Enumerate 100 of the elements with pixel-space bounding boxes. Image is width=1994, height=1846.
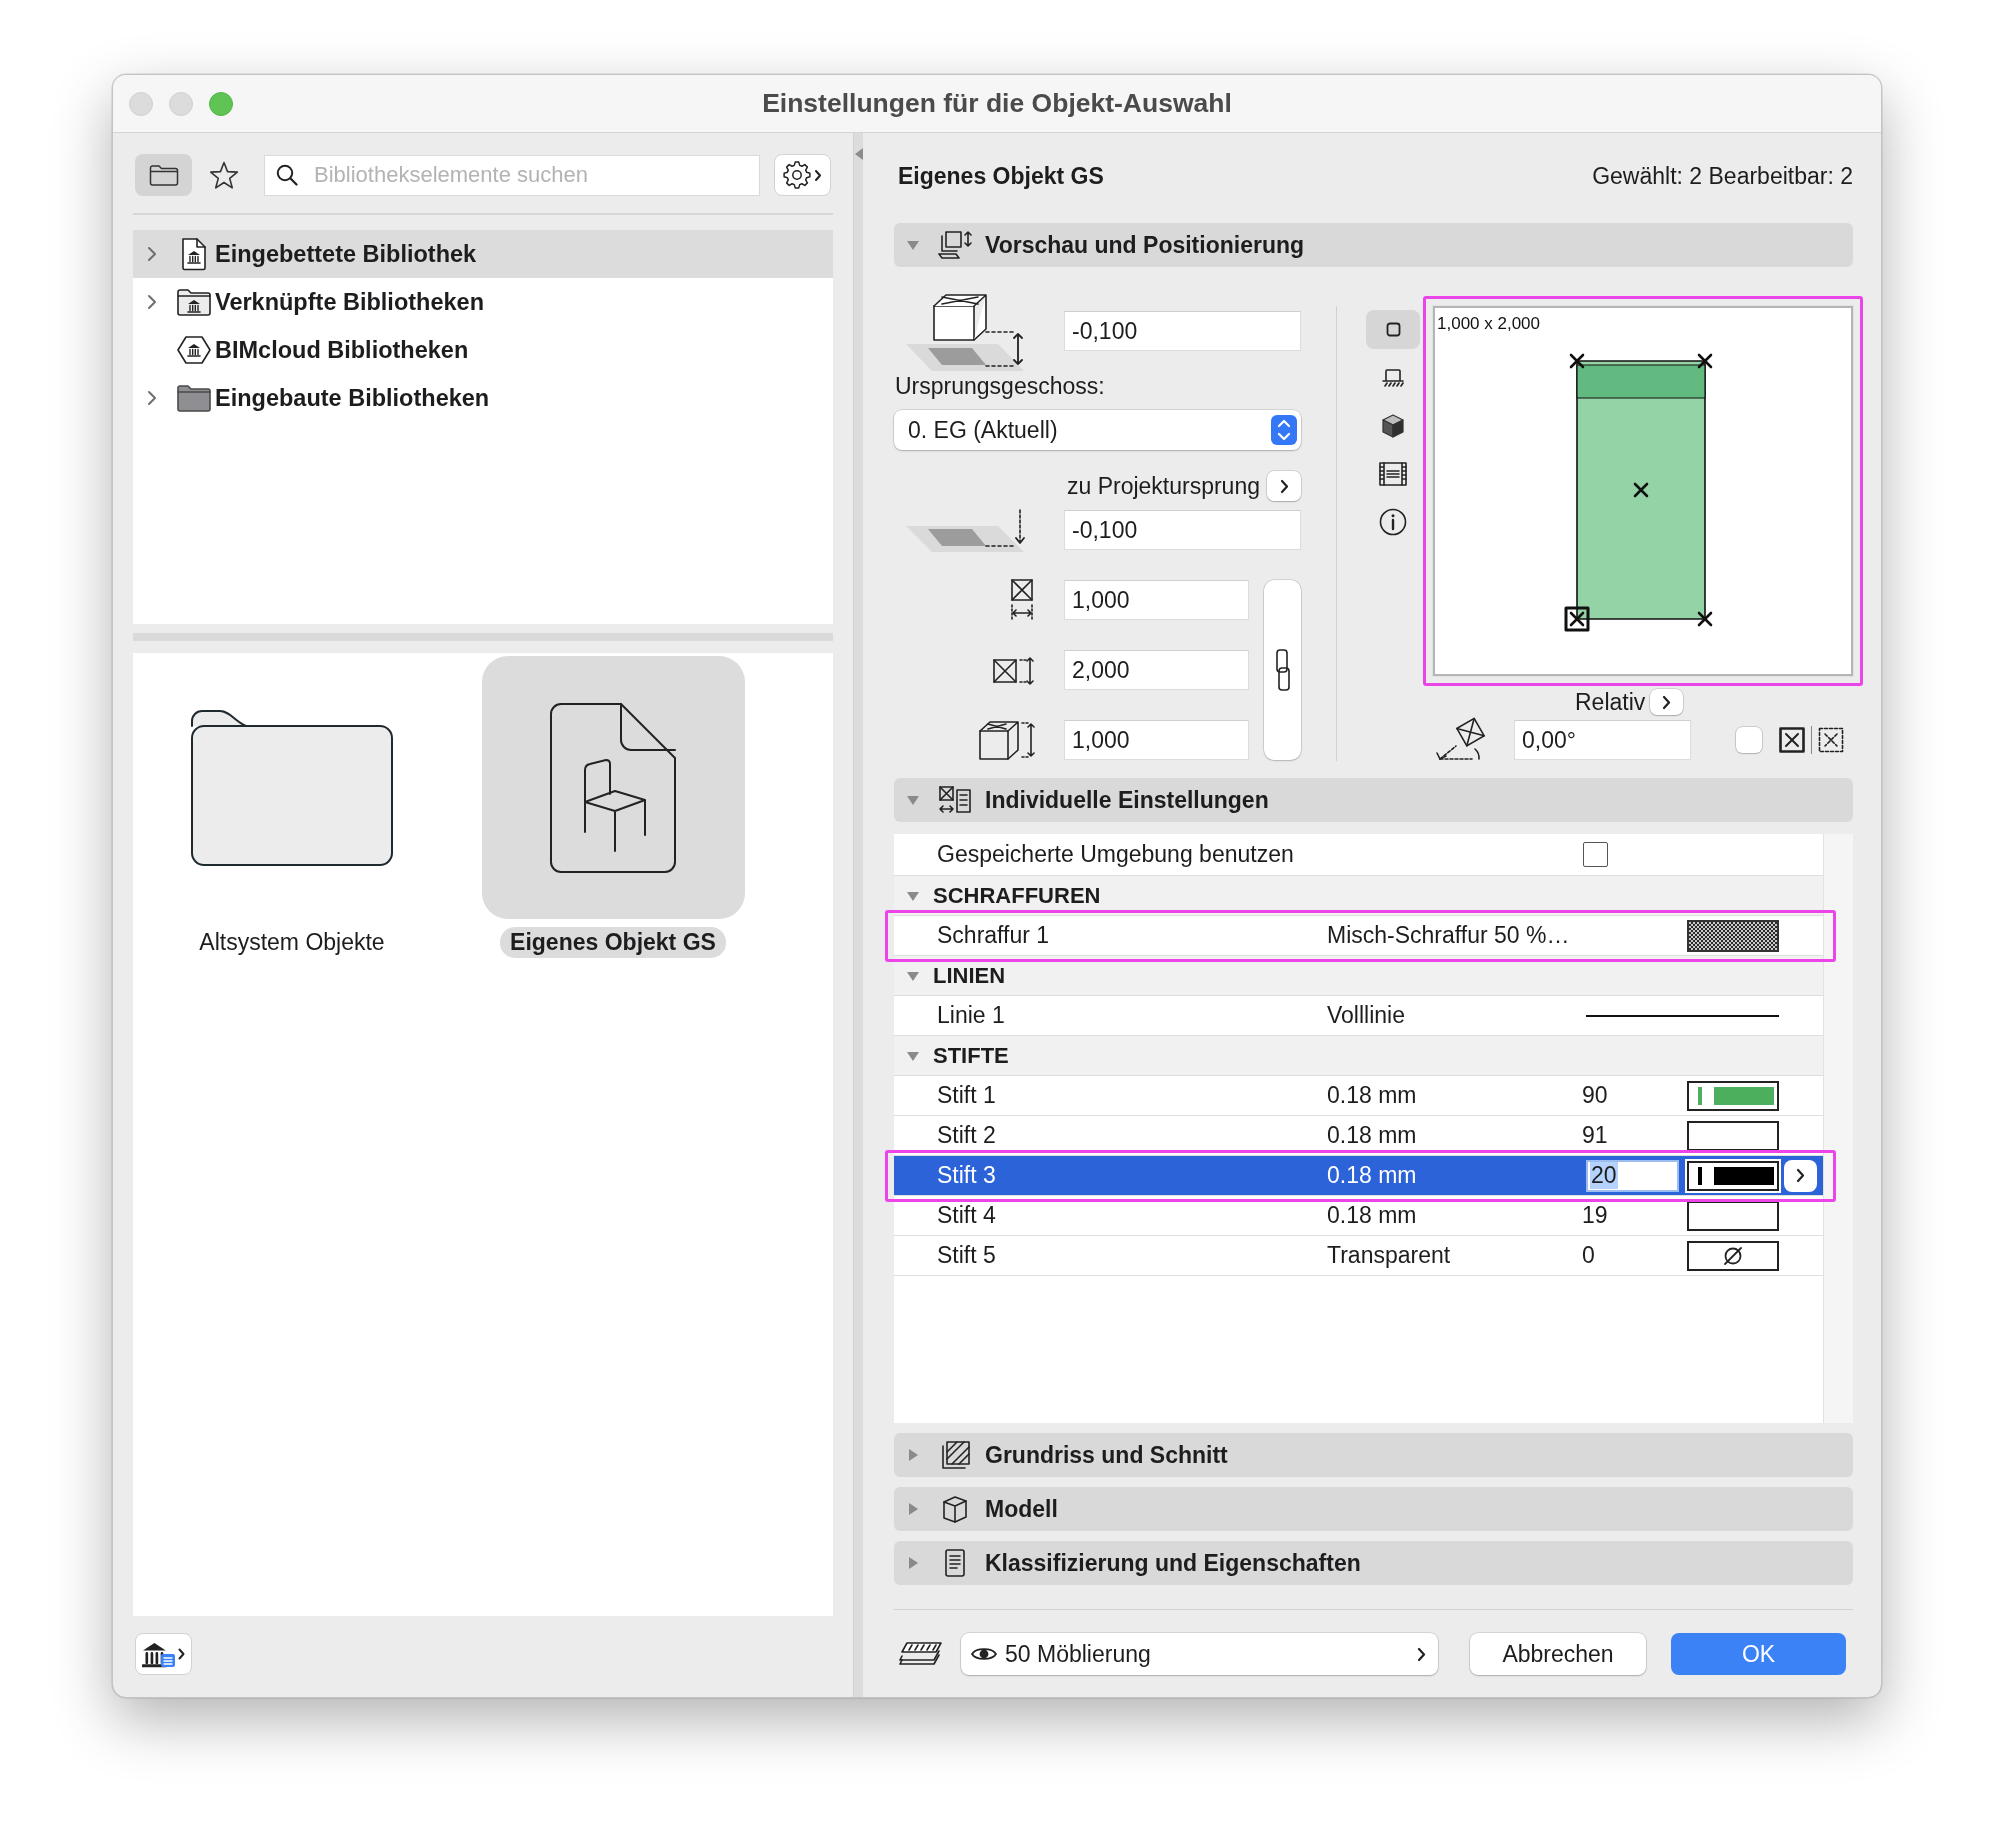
pen-swatch[interactable]: [1687, 1240, 1779, 1271]
group-header[interactable]: LINIEN: [894, 956, 1823, 996]
expand-chevron-icon[interactable]: [147, 246, 157, 262]
mirror-checkbox[interactable]: [1736, 727, 1762, 753]
library-tree-item[interactable]: Eingebettete Bibliothek: [133, 230, 833, 278]
dashed-boxed-x-icon[interactable]: [1818, 727, 1844, 753]
parameter-row[interactable]: Stift 3 0.18 mm 20: [894, 1156, 1823, 1196]
item-label[interactable]: Altsystem Objekte: [189, 927, 395, 958]
chevron-icon: [814, 168, 822, 182]
library-list-icon: [142, 1640, 176, 1668]
view-tab[interactable]: [135, 154, 192, 196]
story-label: Ursprungsgeschoss:: [894, 373, 1106, 399]
library-folder-icon: [176, 287, 212, 317]
parameter-value: Misch-Schraffur 50 %…: [1327, 922, 1571, 949]
line-sample[interactable]: [1586, 1014, 1779, 1017]
scrollbar[interactable]: [1823, 834, 1853, 1423]
pen-number: 19: [1582, 1202, 1609, 1229]
pen-swatch[interactable]: [1687, 1120, 1779, 1151]
origin-label: zu Projektursprung: [1066, 472, 1260, 500]
library-document-icon: [181, 237, 207, 271]
row-arrow-button[interactable]: [1784, 1159, 1817, 1192]
origin-button[interactable]: [1267, 471, 1301, 501]
layer-dropdown[interactable]: 50 Möblierung: [961, 1633, 1438, 1675]
hotspot-marker[interactable]: [1697, 611, 1713, 627]
pen-number: 91: [1582, 1122, 1609, 1149]
parameter-value: Volllinie: [1327, 1002, 1406, 1029]
selection-tile[interactable]: [481, 656, 745, 919]
section-header[interactable]: Grundriss und Schnitt: [894, 1433, 1853, 1477]
cancel-button[interactable]: Abbrechen: [1470, 1633, 1646, 1675]
expand-chevron-icon[interactable]: [147, 294, 157, 310]
parameter-name: Stift 1: [937, 1082, 997, 1109]
anchor-hotspot-marker[interactable]: [1564, 606, 1590, 632]
length-field[interactable]: 2,000: [1064, 650, 1249, 690]
settings-list-icon: [938, 785, 972, 815]
stepper-icon: [1271, 415, 1297, 445]
hatch-swatch[interactable]: [1687, 919, 1779, 952]
width-field[interactable]: 1,000: [1064, 580, 1249, 620]
parameter-name: Linie 1: [937, 1002, 1006, 1029]
library-tree-item[interactable]: BIMcloud Bibliotheken: [133, 326, 833, 374]
checkbox[interactable]: [1583, 842, 1608, 867]
expand-chevron-icon[interactable]: [147, 390, 157, 406]
width-icon: [1008, 578, 1036, 622]
hatched-square-icon: [939, 1440, 971, 1470]
parameter-value: 0.18 mm: [1327, 1162, 1418, 1189]
height-field[interactable]: 1,000: [1064, 720, 1249, 760]
hexagon-library-icon: [177, 335, 211, 365]
library-tree-item[interactable]: Verknüpfte Bibliotheken: [133, 278, 833, 326]
pen-number: 90: [1582, 1082, 1609, 1109]
pen-swatch[interactable]: [1687, 1080, 1779, 1111]
cube-outline-icon: [941, 1494, 969, 1524]
parameter-value: 0.18 mm: [1327, 1122, 1418, 1149]
hotspot-marker[interactable]: [1697, 353, 1713, 369]
chevron-icon: [1662, 694, 1672, 710]
group-header[interactable]: STIFTE: [894, 1036, 1823, 1076]
film-strip-icon: [1379, 461, 1407, 486]
plan-view-icon: [1382, 367, 1404, 388]
section-header[interactable]: Klassifizierung und Eigenschaften: [894, 1541, 1853, 1585]
selection-count: Gewählt: 2 Bearbeitbar: 2: [1592, 162, 1853, 190]
pen-swatch[interactable]: [1687, 1200, 1779, 1231]
search-field[interactable]: Bibliothekselemente suchen: [264, 154, 760, 196]
library-tree-item[interactable]: Eingebaute Bibliotheken: [133, 374, 833, 422]
chevron-icon: [1279, 478, 1289, 494]
section-header[interactable]: Vorschau und Positionierung: [894, 223, 1853, 267]
boxed-x-icon[interactable]: [1779, 727, 1805, 753]
slashed-circle-icon: [1722, 1244, 1744, 1267]
parameter-value: 0.18 mm: [1327, 1202, 1418, 1229]
library-manager-button[interactable]: [135, 1633, 192, 1675]
pen-swatch[interactable]: [1687, 1160, 1779, 1191]
settings-button[interactable]: [774, 154, 831, 196]
elevation-field[interactable]: -0,100: [1064, 311, 1301, 351]
angle-field[interactable]: 0,00°: [1514, 720, 1691, 760]
parameter-name: Schraffur 1: [937, 922, 1051, 949]
chain-link-icon: [1274, 648, 1291, 692]
pen-number-field[interactable]: 20: [1586, 1159, 1679, 1192]
section-header[interactable]: Modell: [894, 1487, 1853, 1531]
story-select[interactable]: 0. EG (Aktuell): [894, 410, 1301, 450]
layers-icon[interactable]: [898, 1640, 944, 1668]
parameter-value: 0.18 mm: [1327, 1082, 1418, 1109]
section-header[interactable]: Individuelle Einstellungen: [894, 778, 1853, 822]
folder-icon[interactable]: [190, 708, 394, 867]
parameter-value: Transparent: [1327, 1242, 1452, 1269]
document-icon: [943, 1548, 967, 1578]
parameter-name: Gespeicherte Umgebung benutzen: [937, 841, 1295, 868]
star-icon[interactable]: [208, 160, 239, 190]
origin-elevation-field[interactable]: -0,100: [1064, 510, 1301, 550]
folder-icon[interactable]: [148, 163, 179, 187]
eye-icon: [971, 1646, 997, 1662]
link-toggle[interactable]: [1264, 580, 1301, 760]
gear-icon: [783, 161, 811, 189]
cube-icon: [1382, 413, 1404, 438]
window-title: Einstellungen für die Objekt-Auswahl: [762, 88, 1232, 119]
group-header[interactable]: SCHRAFFUREN: [894, 876, 1823, 916]
view-mode-button[interactable]: [1366, 310, 1420, 349]
relative-button[interactable]: [1650, 689, 1684, 715]
item-label[interactable]: Eigenes Objekt GS: [500, 927, 726, 958]
hotspot-marker[interactable]: [1633, 482, 1649, 498]
hotspot-marker[interactable]: [1569, 353, 1585, 369]
chair-document-icon[interactable]: [549, 701, 677, 874]
height-icon: [978, 719, 1036, 761]
ok-button[interactable]: OK: [1671, 1633, 1846, 1675]
